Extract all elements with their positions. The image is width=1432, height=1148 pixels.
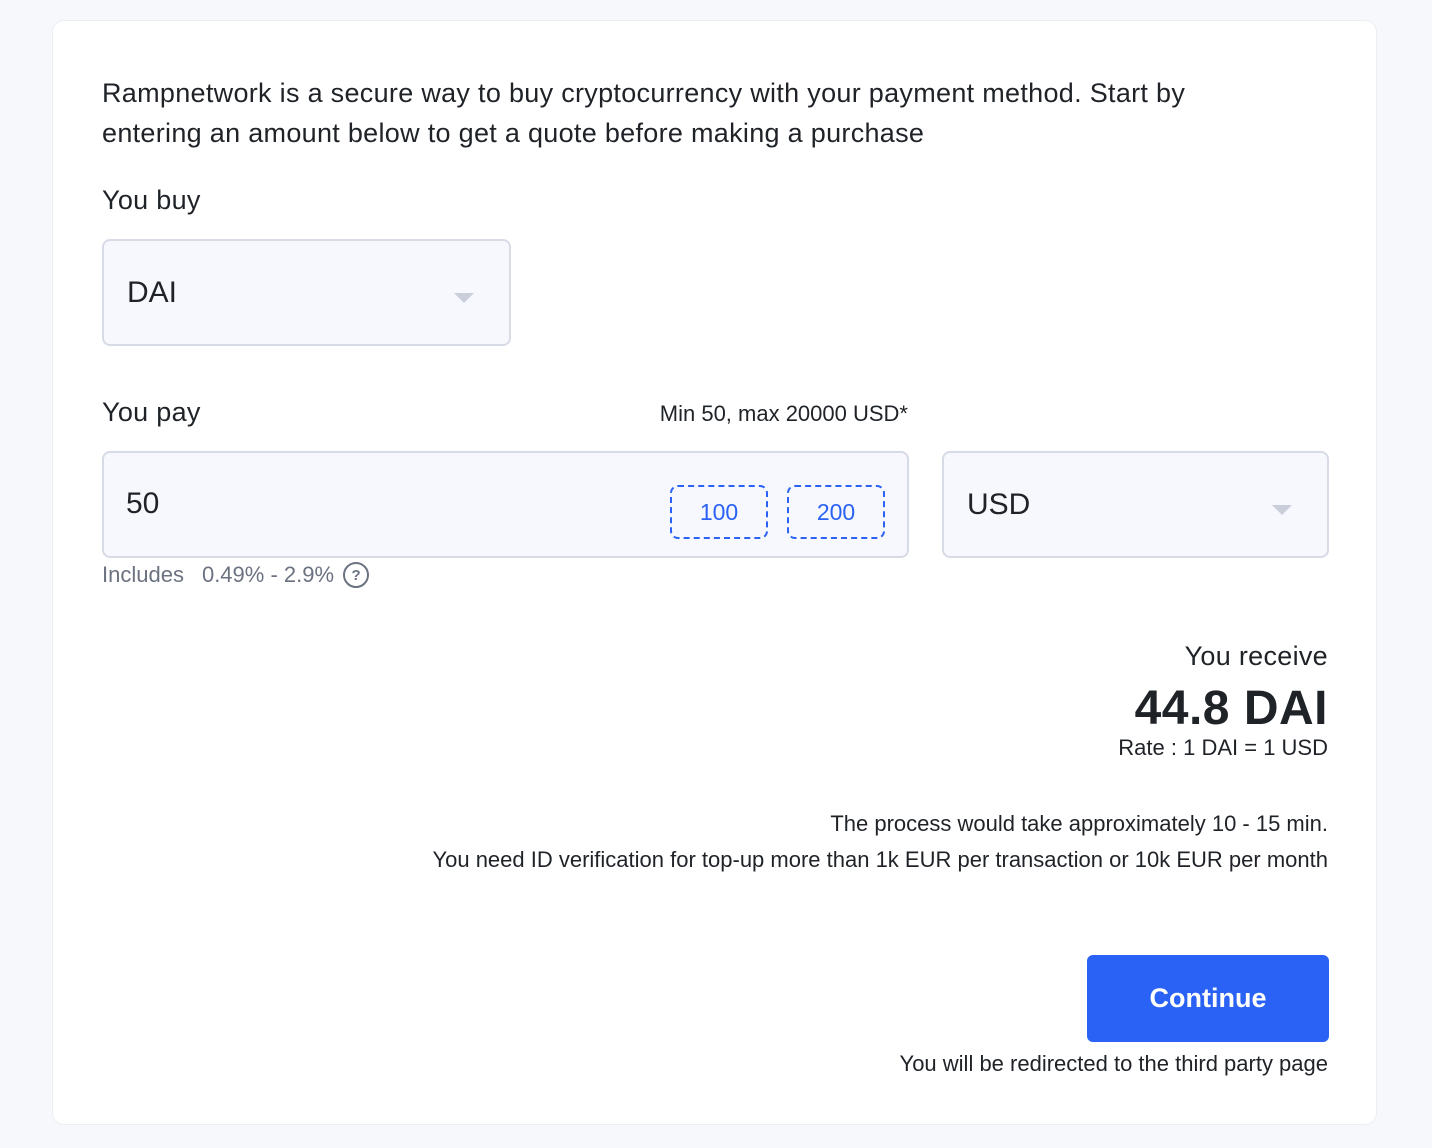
fee-range: 0.49% - 2.9% (201, 562, 335, 587)
you-pay-label: You pay (102, 397, 201, 427)
asset-select[interactable]: DAI (102, 239, 511, 346)
amount-input[interactable] (126, 481, 526, 527)
chevron-down-icon (454, 293, 474, 303)
quick-amount-100-button[interactable]: 100 (670, 485, 768, 539)
quick-amount-200-button[interactable]: 200 (787, 485, 885, 539)
you-buy-label: You buy (102, 185, 201, 215)
exchange-rate: Rate : 1 DAI = 1 USD (1118, 735, 1328, 760)
continue-button[interactable]: Continue (1087, 955, 1329, 1042)
onramp-card: Rampnetwork is a secure way to buy crypt… (52, 20, 1377, 1125)
currency-select-value: USD (967, 487, 1031, 521)
amount-field-container: 100 200 (102, 451, 909, 558)
fee-label: Includes (102, 562, 184, 587)
intro-text: Rampnetwork is a secure way to buy crypt… (102, 78, 1186, 148)
asset-select-value: DAI (127, 275, 178, 309)
amount-limits: Min 50, max 20000 USD* (659, 401, 908, 426)
you-receive-label: You receive (1184, 641, 1328, 671)
redirect-note: You will be redirected to the third part… (899, 1051, 1328, 1076)
receive-amount: 44.8 DAI (1134, 682, 1328, 735)
fee-info: Includes 0.49% - 2.9% ? (102, 562, 370, 588)
chevron-down-icon (1272, 505, 1292, 515)
process-time-note: The process would take approximately 10 … (830, 811, 1328, 836)
id-verification-note: You need ID verification for top-up more… (432, 847, 1328, 872)
question-circle-icon[interactable]: ? (343, 562, 370, 588)
currency-select[interactable]: USD (942, 451, 1329, 558)
